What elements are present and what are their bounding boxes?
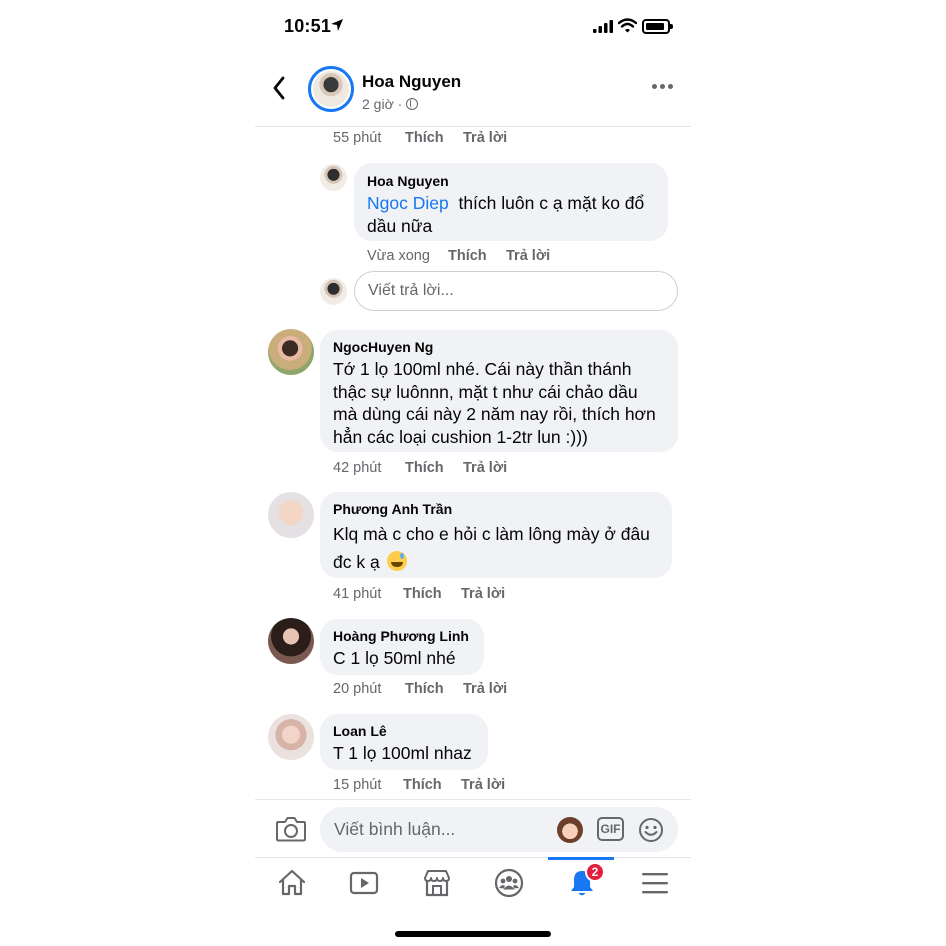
comment-text: C 1 lọ 50ml nhé (333, 647, 472, 670)
comment-line: dầu nữa (367, 215, 433, 236)
comment-actions: 41 phút Thích Trả lời (333, 586, 505, 602)
mention-link[interactable]: Ngoc Diep (367, 193, 449, 213)
cellular-signal-icon (593, 20, 613, 33)
composer-divider (255, 799, 691, 800)
post-time: 2 giờ · (362, 96, 403, 112)
home-indicator (395, 931, 551, 937)
comment-text: Klq mà c cho e hỏi c làm lông mày ở đâu … (333, 520, 660, 576)
commenter-name[interactable]: Hoàng Phương Linh (333, 627, 472, 645)
comment-time: 55 phút (333, 130, 382, 146)
avatar[interactable] (268, 329, 314, 375)
back-arrow-icon[interactable] (272, 76, 286, 100)
wifi-icon (618, 18, 637, 33)
comment-bubble: Loan Lê T 1 lọ 100ml nhaz (320, 714, 488, 770)
header-avatar[interactable] (308, 66, 354, 112)
battery-icon (642, 19, 673, 34)
comment-time: 42 phút (333, 460, 382, 476)
nav-active-indicator (548, 857, 614, 860)
home-icon[interactable] (277, 868, 307, 898)
reply-input[interactable]: Viết trả lời... (354, 271, 678, 311)
comment-line: C 1 lọ 50ml nhé (333, 648, 456, 668)
comment-line: thích luôn c ạ mặt ko đổ (458, 193, 645, 213)
nav-divider (255, 857, 691, 858)
commenter-name[interactable]: Loan Lê (333, 722, 476, 740)
camera-icon[interactable] (275, 815, 307, 843)
comment-line: hẳn các loại cushion 1-2tr lun :))) (333, 426, 588, 447)
comment-input[interactable]: Viết bình luận... (320, 807, 678, 852)
comment-bubble: Hoàng Phương Linh C 1 lọ 50ml nhé (320, 619, 484, 675)
like-button[interactable]: Thích (405, 681, 463, 697)
comment-actions: Vừa xong Thích Trả lời (367, 248, 550, 264)
location-arrow-icon (331, 19, 343, 31)
avatar (320, 278, 347, 305)
avatar[interactable] (268, 492, 314, 538)
avatar-sticker-icon[interactable] (557, 817, 583, 843)
avatar[interactable] (320, 164, 347, 191)
comment-time: Vừa xong (367, 248, 430, 264)
comment-time: 15 phút (333, 777, 382, 793)
reply-button[interactable]: Trả lời (463, 460, 507, 476)
comment-line: mà dùng cái này 2 năm nay rồi, thích hơn (333, 404, 656, 424)
reply-button[interactable]: Trả lời (506, 248, 550, 264)
comment-actions: 42 phút Thích Trả lời (333, 460, 507, 476)
reply-button[interactable]: Trả lời (463, 681, 507, 697)
globe-icon (406, 98, 419, 110)
reply-button[interactable]: Trả lời (461, 586, 505, 602)
like-button[interactable]: Thích (403, 777, 461, 793)
comment-line: T 1 lọ 100ml nhaz (333, 743, 472, 763)
post-author-name[interactable]: Hoa Nguyen (362, 72, 461, 92)
like-button[interactable]: Thích (405, 460, 463, 476)
comment-line: thậc sự luônnn, mặt t như cái chảo dầu (333, 381, 638, 402)
post-meta: 2 giờ · (362, 96, 419, 112)
comment-actions: 20 phút Thích Trả lời (333, 681, 507, 697)
avatar[interactable] (268, 618, 314, 664)
avatar[interactable] (268, 714, 314, 760)
emoji-icon[interactable] (638, 817, 664, 843)
like-button[interactable]: Thích (405, 130, 463, 146)
gif-button[interactable]: GIF (597, 817, 624, 841)
comment-text: T 1 lọ 100ml nhaz (333, 742, 476, 765)
comment-text: Ngoc Diep thích luôn c ạ mặt ko đổ dầu n… (367, 192, 656, 237)
comment-time: 41 phút (333, 586, 382, 602)
marketplace-icon[interactable] (422, 868, 452, 898)
status-time: 10:51 (284, 16, 332, 36)
notification-badge: 2 (585, 862, 605, 882)
sweat-smile-emoji (386, 551, 407, 571)
like-button[interactable]: Thích (448, 248, 506, 264)
menu-icon[interactable] (641, 868, 669, 898)
comment-time: 20 phút (333, 681, 382, 697)
comment-actions: 15 phút Thích Trả lời (333, 777, 505, 793)
header-divider (255, 126, 691, 127)
commenter-name[interactable]: Phương Anh Trần (333, 500, 660, 518)
comment-bubble: NgocHuyen Ng Tớ 1 lọ 100ml nhé. Cái này … (320, 330, 678, 452)
reply-button[interactable]: Trả lời (461, 777, 505, 793)
comment-line: đc k ạ (333, 552, 380, 572)
like-button[interactable]: Thích (403, 586, 461, 602)
comment-bubble: Hoa Nguyen Ngoc Diep thích luôn c ạ mặt … (354, 163, 668, 241)
watch-icon[interactable] (349, 868, 379, 898)
reply-button[interactable]: Trả lời (463, 130, 507, 146)
more-options-icon[interactable] (652, 84, 673, 89)
comment-text: Tớ 1 lọ 100ml nhé. Cái này thần thánh th… (333, 358, 666, 448)
commenter-name[interactable]: Hoa Nguyen (367, 172, 656, 190)
comment-bubble: Phương Anh Trần Klq mà c cho e hỏi c làm… (320, 492, 672, 578)
groups-icon[interactable] (494, 868, 524, 898)
comment-line: Tớ 1 lọ 100ml nhé. Cái này thần thánh (333, 359, 632, 379)
comment-line: Klq mà c cho e hỏi c làm lông mày ở đâu (333, 524, 650, 544)
comment-actions: 55 phút Thích Trả lời (333, 130, 507, 146)
commenter-name[interactable]: NgocHuyen Ng (333, 338, 666, 356)
